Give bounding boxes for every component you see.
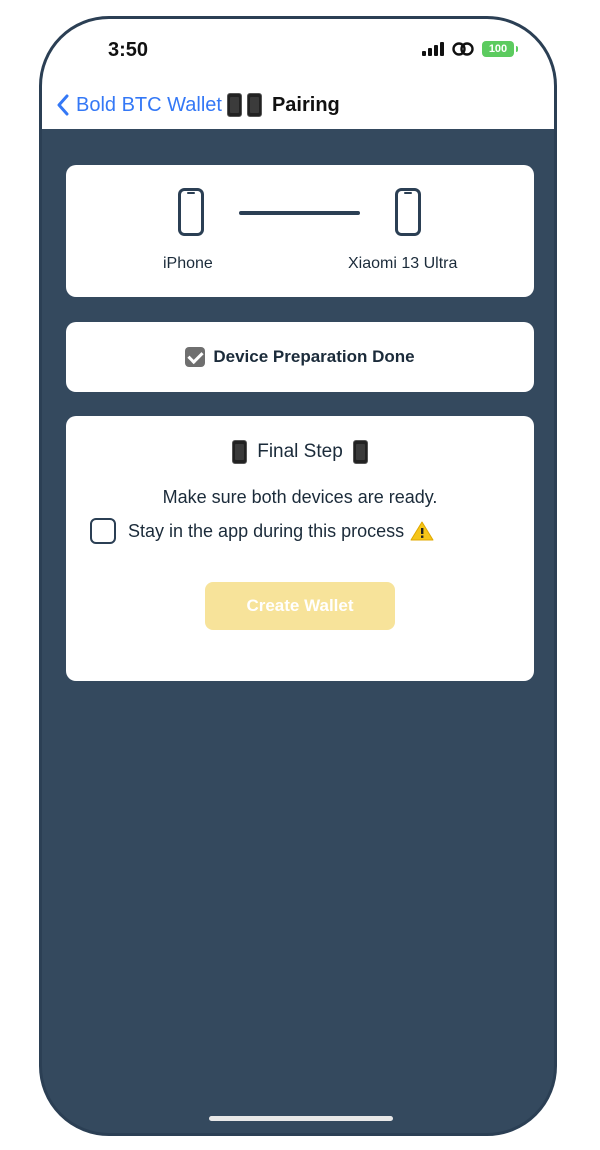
final-step-title-text: Final Step [257,441,343,462]
phone-device-icon [395,188,421,236]
pairing-connector [239,211,360,215]
preparation-card: Device Preparation Done [66,322,534,392]
stay-in-app-row: Stay in the app during this process [90,518,434,544]
device-right-label: Xiaomi 13 Ultra [348,255,458,272]
final-step-title: Final Step [66,440,534,464]
pairing-card: iPhone Xiaomi 13 Ultra [66,165,534,297]
top-bar: 3:50 100 Bold BTC Wallet Pairing [42,19,554,129]
home-indicator[interactable] [209,1116,393,1121]
checkmark-icon [185,347,206,367]
phone-device-icon [178,188,204,236]
page-title: Pairing [271,93,340,116]
back-label: Bold BTC Wallet [76,93,222,116]
battery-icon: 100 [482,41,518,57]
warning-icon [410,521,434,541]
mobile-phone-icon [232,440,248,464]
mobile-phone-icon [226,93,242,117]
final-step-card: Final Step Make sure both devices are re… [66,416,534,681]
phone-frame: 3:50 100 Bold BTC Wallet Pairing iPhone … [39,16,557,1136]
preparation-label: Device Preparation Done [213,347,415,366]
status-icons: 100 [422,41,518,57]
create-wallet-button[interactable]: Create Wallet [205,582,395,630]
signal-icon [422,42,444,56]
status-time: 3:50 [108,39,149,61]
ready-message: Make sure both devices are ready. [162,487,438,507]
stay-in-app-label: Stay in the app during this process [128,520,405,541]
back-button[interactable]: Bold BTC Wallet [56,94,222,117]
mobile-phone-icon [246,93,262,117]
stay-in-app-checkbox[interactable] [90,518,116,544]
mobile-phone-icon [352,440,368,464]
navigation-bar: Bold BTC Wallet Pairing [56,89,340,121]
device-left-label: iPhone [163,255,213,272]
link-icon [452,42,474,56]
preparation-status: Device Preparation Done [66,322,534,392]
chevron-left-icon [57,94,69,116]
